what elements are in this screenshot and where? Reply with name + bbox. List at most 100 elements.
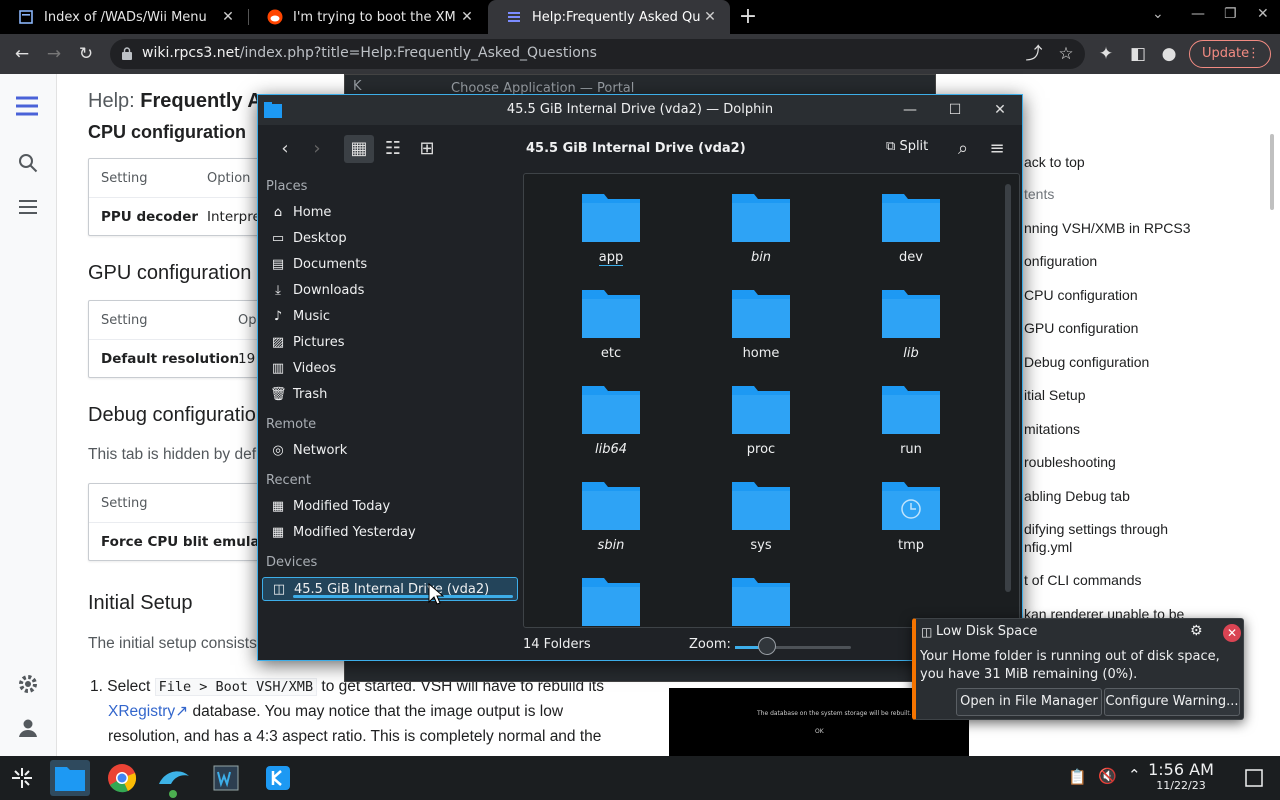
folder-item-lib64[interactable]: lib64 (551, 374, 671, 466)
maximize-icon[interactable]: ☐ (945, 100, 965, 120)
places-item-modified-yesterday[interactable]: ▦ Modified Yesterday (262, 521, 518, 545)
clipboard-icon[interactable]: 📋 (1068, 768, 1087, 786)
folder-item-bin[interactable]: bin (701, 182, 821, 274)
toc-item[interactable]: nning VSH/XMB in RPCS3 (1024, 220, 1191, 236)
location-breadcrumb[interactable]: 45.5 GiB Internal Drive (vda2) (526, 141, 746, 156)
search-icon[interactable] (14, 149, 42, 177)
details-view-icon[interactable]: ⊞ (412, 135, 442, 163)
places-item-home[interactable]: ⌂ Home (262, 201, 518, 225)
xregistry-link[interactable]: XRegistry (108, 703, 175, 720)
folder-item-home[interactable]: home (701, 278, 821, 370)
toc-item[interactable]: difying settings through (1024, 521, 1168, 537)
tab-close-icon[interactable]: ✕ (218, 9, 238, 25)
places-item-internal-drive[interactable]: ◫ 45.5 GiB Internal Drive (vda2) (262, 577, 518, 601)
folder-view-scrollbar[interactable] (1005, 184, 1011, 592)
search-icon[interactable]: ⌕ (948, 135, 978, 163)
settings-gear-icon[interactable] (14, 670, 42, 698)
toc-item[interactable]: mitations (1024, 421, 1080, 437)
zoom-slider[interactable] (735, 646, 851, 649)
taskbar-dolphin-emu[interactable] (154, 760, 194, 798)
clock[interactable]: 1:56 AM 11/22/23 (1140, 760, 1222, 792)
zoom-slider-handle[interactable] (758, 637, 777, 655)
toc-item[interactable]: roubleshooting (1024, 454, 1116, 470)
icons-view-icon[interactable]: ▦ (344, 135, 374, 163)
back-icon[interactable]: ‹ (270, 135, 300, 163)
user-icon[interactable] (14, 714, 42, 742)
folder-item-app[interactable]: app (551, 182, 671, 274)
places-item-pictures[interactable]: ▨ Pictures (262, 331, 518, 355)
taskbar-dolphin[interactable] (50, 760, 90, 796)
tab-close-icon[interactable]: ✕ (700, 9, 720, 25)
new-tab-button[interactable]: + (737, 4, 759, 30)
folder-item-etc[interactable]: etc (551, 278, 671, 370)
toc-item[interactable]: onfiguration (1024, 253, 1097, 269)
open-in-file-manager-button[interactable]: Open in File Manager (956, 688, 1102, 716)
folder-view[interactable]: app bin dev etc home lib lib64 proc run … (523, 173, 1020, 628)
rpcs3-logo-icon[interactable] (14, 92, 42, 120)
chevron-up-icon[interactable]: ⌃ (1128, 766, 1141, 784)
split-button[interactable]: ⧉ Split (886, 139, 928, 154)
minimize-icon[interactable]: — (1191, 6, 1205, 22)
forward-icon[interactable]: › (302, 135, 332, 163)
places-item-documents[interactable]: ▤ Documents (262, 253, 518, 277)
toc-item[interactable]: abling Debug tab (1024, 488, 1130, 504)
compact-view-icon[interactable]: ☷ (378, 135, 408, 163)
toc-item[interactable]: itial Setup (1024, 387, 1085, 403)
kebab-menu-icon[interactable]: ⋮ (1247, 41, 1260, 67)
folder-item-lib[interactable]: lib (851, 278, 971, 370)
folder-item-sys[interactable]: sys (701, 470, 821, 562)
bookmark-star-icon[interactable]: ☆ (1054, 42, 1078, 66)
side-panel-icon[interactable]: ◧ (1126, 42, 1150, 66)
profile-avatar-icon[interactable]: ● (1157, 42, 1181, 66)
folder-item-partial[interactable] (701, 566, 821, 627)
back-arrow-icon[interactable]: ← (10, 42, 34, 66)
places-item-music[interactable]: ♪ Music (262, 305, 518, 329)
show-desktop-icon[interactable] (1245, 769, 1263, 787)
places-item-trash[interactable]: 🗑 Trash (262, 383, 518, 407)
update-button[interactable]: Update ⋮ (1189, 40, 1271, 68)
tab-rpcs3-faq[interactable]: Help:Frequently Asked Quest ✕ (488, 0, 730, 34)
toc-back-to-top[interactable]: ack to top (1024, 154, 1085, 170)
places-item-network[interactable]: ◎ Network (262, 439, 518, 463)
taskbar-kde-app[interactable] (258, 760, 298, 796)
hamburger-menu-icon[interactable]: ≡ (982, 135, 1012, 163)
folder-item-proc[interactable]: proc (701, 374, 821, 466)
places-item-desktop[interactable]: ▭ Desktop (262, 227, 518, 251)
places-item-downloads[interactable]: ⤓ Downloads (262, 279, 518, 303)
tab-wads-index[interactable]: Index of /WADs/Wii Menu ✕ (0, 0, 248, 34)
tab-reddit[interactable]: I'm trying to boot the XMB on ✕ (249, 0, 487, 34)
close-icon[interactable]: ✕ (1223, 624, 1241, 642)
folder-item-partial[interactable] (551, 566, 671, 627)
share-icon[interactable]: ⤴ (1022, 42, 1046, 66)
page-scrollbar[interactable] (1270, 134, 1274, 210)
folder-item-dev[interactable]: dev (851, 182, 971, 274)
extensions-puzzle-icon[interactable]: ✦ (1094, 42, 1118, 66)
toc-item-continued[interactable]: nfig.yml (1024, 539, 1072, 555)
dolphin-titlebar[interactable]: 45.5 GiB Internal Drive (vda2) — Dolphin… (258, 95, 1022, 125)
places-item-modified-today[interactable]: ▦ Modified Today (262, 495, 518, 519)
restore-icon[interactable]: ❐ (1224, 6, 1237, 22)
configure-sliders-icon[interactable]: ⚙ (1190, 623, 1203, 639)
places-item-videos[interactable]: ▥ Videos (262, 357, 518, 381)
folder-item-sbin[interactable]: sbin (551, 470, 671, 562)
folder-item-tmp[interactable]: tmp (851, 470, 971, 562)
toc-item[interactable]: GPU configuration (1024, 320, 1138, 336)
tab-close-icon[interactable]: ✕ (457, 9, 477, 25)
toc-item[interactable]: Debug configuration (1024, 354, 1149, 370)
app-launcher-icon[interactable] (10, 766, 34, 790)
close-icon[interactable]: ✕ (990, 100, 1010, 120)
taskbar-chrome[interactable] (102, 760, 142, 796)
minimize-icon[interactable]: — (900, 100, 920, 120)
hamburger-menu-icon[interactable] (14, 193, 42, 221)
tab-search-icon[interactable]: ⌄ (1152, 6, 1164, 22)
toc-item[interactable]: CPU configuration (1024, 287, 1138, 303)
configure-warning-button[interactable]: Configure Warning... (1104, 688, 1240, 716)
volume-muted-icon[interactable]: 🔇 (1098, 767, 1117, 785)
address-bar[interactable]: wiki.rpcs3.net/index.php?title=Help:Freq… (110, 39, 1085, 69)
forward-arrow-icon[interactable]: → (42, 42, 66, 66)
toc-item[interactable]: t of CLI commands (1024, 572, 1142, 588)
taskbar-text-editor[interactable] (206, 760, 246, 796)
close-window-icon[interactable]: ✕ (1257, 6, 1269, 22)
reload-icon[interactable]: ↻ (74, 42, 98, 66)
folder-item-run[interactable]: run (851, 374, 971, 466)
